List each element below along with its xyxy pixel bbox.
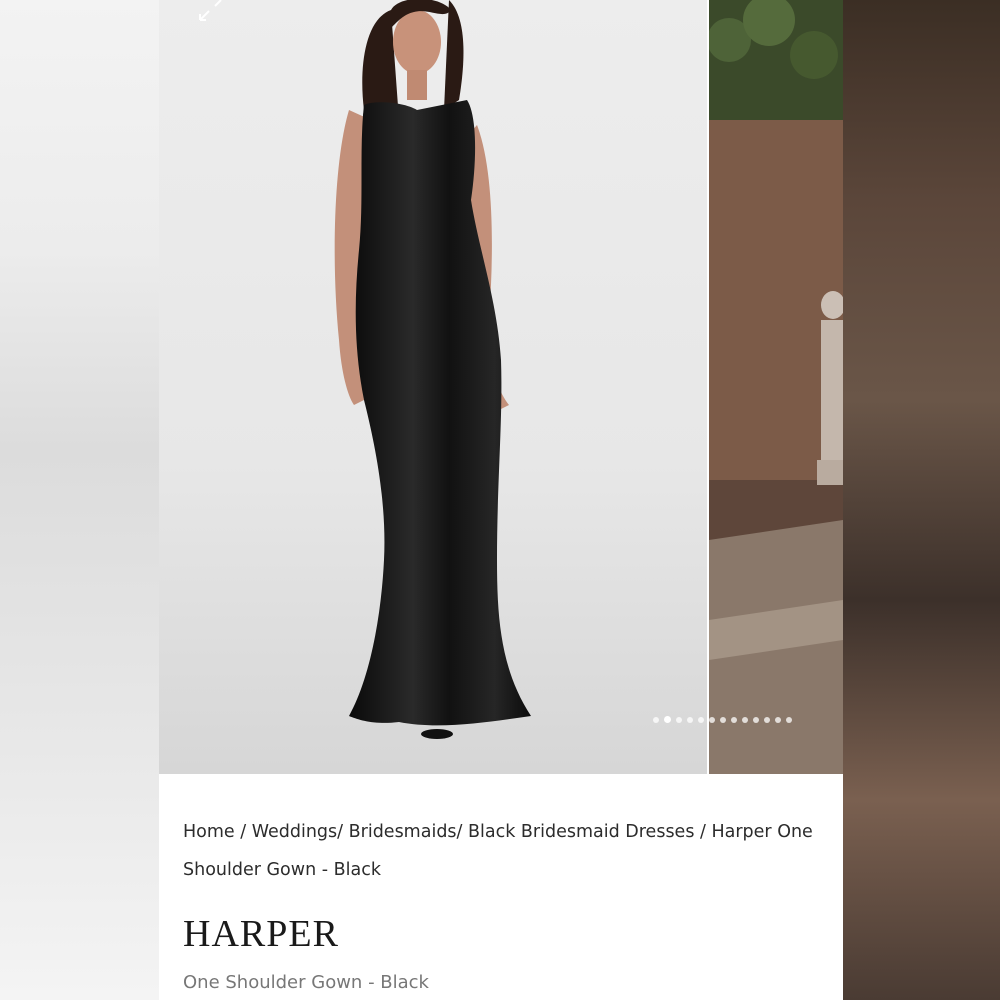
product-photo-main[interactable] xyxy=(159,0,707,774)
gallery-dot[interactable] xyxy=(698,716,704,723)
product-photo-next[interactable] xyxy=(709,0,843,774)
breadcrumb: Home / Weddings/ Bridesmaids/ Black Brid… xyxy=(183,813,823,889)
gallery-dot[interactable] xyxy=(709,716,715,723)
garden-scene-image xyxy=(709,0,843,774)
model-in-black-gown-image xyxy=(159,0,707,774)
breadcrumb-black-bridesmaid-link[interactable]: Black Bridesmaid Dresses xyxy=(462,822,694,842)
product-subtitle: One Shoulder Gown - Black xyxy=(183,972,429,993)
gallery-dot[interactable] xyxy=(676,716,682,723)
gallery-dot[interactable] xyxy=(764,716,770,723)
expand-arrows-icon[interactable] xyxy=(197,0,225,22)
blurred-background-left xyxy=(0,0,159,1000)
gallery-dot[interactable] xyxy=(753,716,759,723)
product-image-gallery[interactable] xyxy=(159,0,843,774)
breadcrumb-bridesmaids-link[interactable]: Bridesmaids/ xyxy=(343,822,463,842)
gallery-pagination xyxy=(653,716,792,723)
gallery-dot[interactable] xyxy=(775,716,781,723)
gallery-dot[interactable] xyxy=(742,716,748,723)
gallery-dot-active[interactable] xyxy=(664,716,671,723)
breadcrumb-home-link[interactable]: Home xyxy=(183,822,235,842)
gallery-dot[interactable] xyxy=(653,716,659,723)
gallery-dot[interactable] xyxy=(786,716,792,723)
breadcrumb-weddings-link[interactable]: Weddings/ xyxy=(252,822,343,842)
blurred-background-right xyxy=(843,0,1000,1000)
gallery-dot[interactable] xyxy=(731,716,737,723)
product-page: Home / Weddings/ Bridesmaids/ Black Brid… xyxy=(159,0,843,1000)
gallery-dot[interactable] xyxy=(720,716,726,723)
gallery-dot[interactable] xyxy=(687,716,693,723)
breadcrumb-separator: / xyxy=(694,822,712,842)
product-title: HARPER xyxy=(183,913,339,955)
breadcrumb-separator: / xyxy=(234,822,252,842)
